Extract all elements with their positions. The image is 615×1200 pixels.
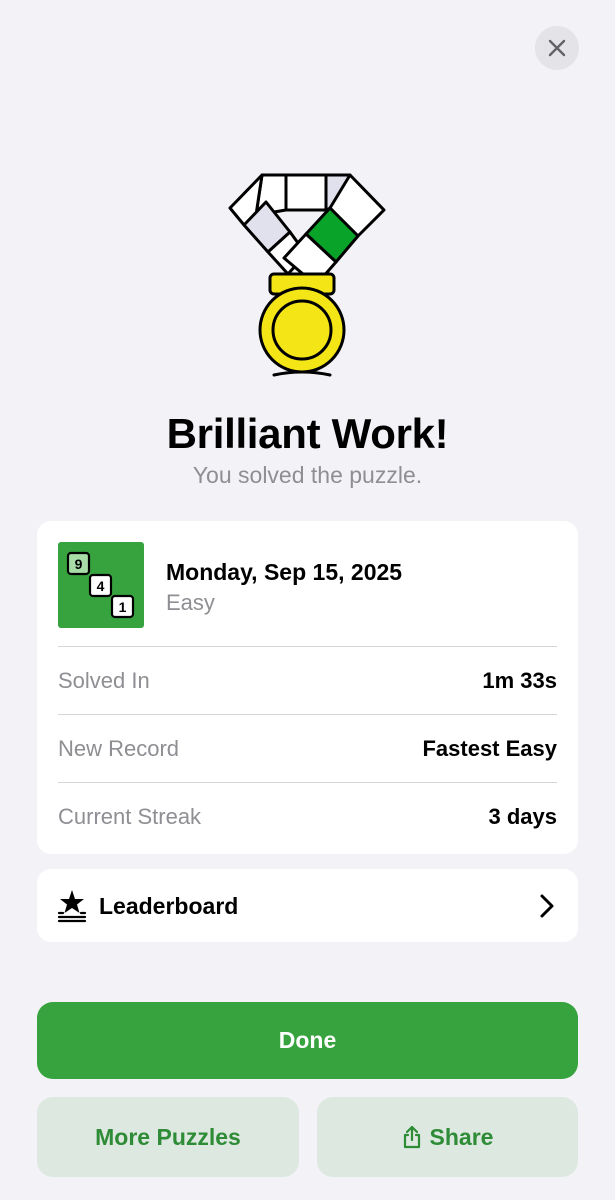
puzzle-difficulty: Easy	[166, 590, 215, 615]
chevron-right-icon	[539, 893, 555, 919]
share-button[interactable]: Share	[317, 1097, 578, 1177]
thumb-digit-3: 1	[119, 599, 127, 615]
close-icon	[548, 39, 566, 57]
stat-value: 3 days	[488, 803, 558, 829]
stat-label: Solved In	[58, 667, 150, 693]
more-puzzles-button[interactable]: More Puzzles	[37, 1097, 299, 1177]
share-label: Share	[429, 1123, 494, 1150]
thumb-digit-2: 4	[97, 578, 105, 594]
done-button[interactable]: Done	[37, 1002, 578, 1079]
stat-row-current-streak: Current Streak 3 days	[58, 782, 557, 850]
page-subtitle: You solved the puzzle.	[192, 462, 423, 488]
share-icon	[403, 1125, 420, 1149]
leaderboard-icon	[57, 889, 87, 923]
leaderboard-button[interactable]: Leaderboard	[37, 869, 578, 942]
medal-icon	[226, 170, 388, 380]
stat-row-solved-in: Solved In 1m 33s	[58, 646, 557, 714]
done-button-label: Done	[278, 1027, 337, 1053]
page-title: Brilliant Work!	[166, 410, 449, 457]
stat-value: Fastest Easy	[422, 735, 557, 761]
puzzle-date: Monday, Sep 15, 2025	[166, 559, 403, 585]
puzzle-header: 9 4 1 Monday, Sep 15, 2025 Easy	[58, 542, 558, 628]
leaderboard-label: Leaderboard	[99, 893, 239, 919]
more-puzzles-label: More Puzzles	[95, 1123, 241, 1150]
close-button[interactable]	[535, 26, 579, 70]
stat-value: 1m 33s	[482, 667, 557, 693]
stat-row-new-record: New Record Fastest Easy	[58, 714, 557, 782]
summary-card: 9 4 1 Monday, Sep 15, 2025 Easy Solved I…	[37, 521, 578, 854]
stat-label: New Record	[58, 735, 180, 761]
number-puzzle-icon: 9 4 1	[58, 542, 144, 628]
stat-label: Current Streak	[58, 803, 202, 829]
puzzle-complete-screen: Brilliant Work! You solved the puzzle. 9…	[0, 0, 615, 1200]
thumb-digit-1: 9	[75, 556, 83, 572]
